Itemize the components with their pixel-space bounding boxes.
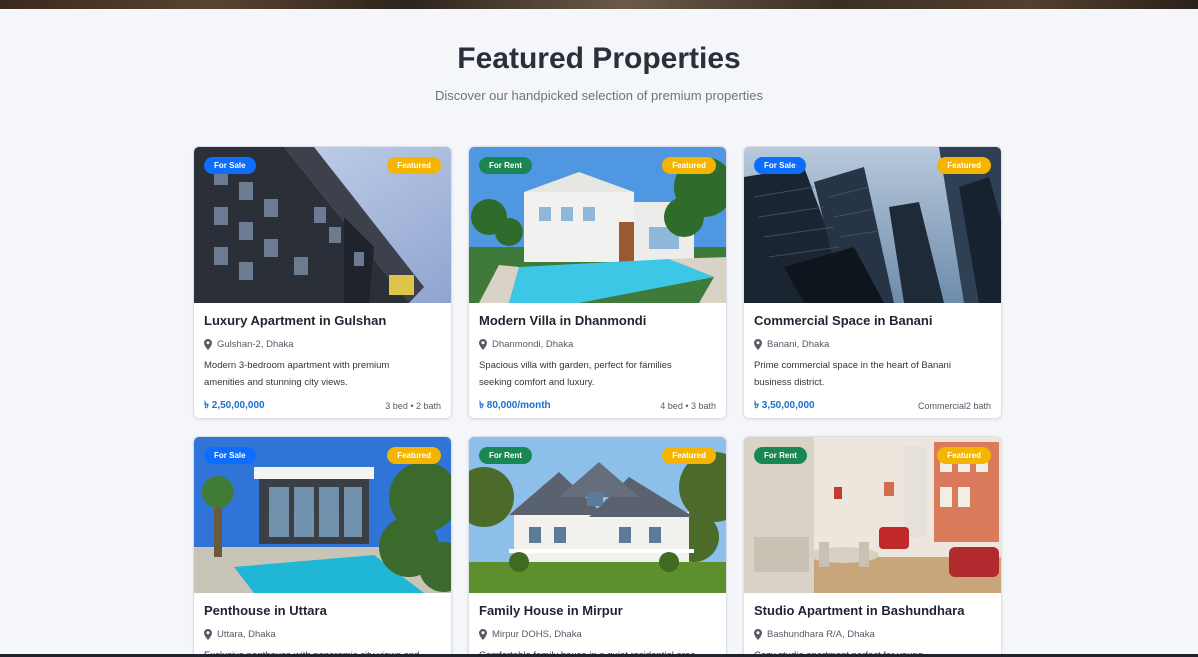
property-price: ৳ 80,000/month [479,399,551,411]
property-title[interactable]: Family House in Mirpur [479,603,716,621]
property-card[interactable]: For Rent Featured Family House in Mirpur… [468,436,727,657]
location-text: Dhanmondi, Dhaka [492,338,574,350]
status-badge-for-sale: For Sale [754,157,806,174]
property-price: ৳ 3,50,00,000 [754,399,815,411]
property-image-skyscrapers[interactable]: For Sale Featured [744,147,1001,303]
property-title[interactable]: Studio Apartment in Bashundhara [754,603,991,621]
property-location: Gulshan-2, Dhaka [204,337,441,351]
property-title[interactable]: Commercial Space in Banani [754,313,991,331]
map-pin-icon [754,628,762,640]
property-price: ৳ 2,50,00,000 [204,399,265,411]
property-title[interactable]: Modern Villa in Dhanmondi [479,313,716,331]
map-pin-icon [204,628,212,640]
map-pin-icon [754,338,762,350]
property-description: Modern 3-bedroom apartment with premium … [204,357,441,391]
map-pin-icon [204,338,212,350]
property-title[interactable]: Luxury Apartment in Gulshan [204,313,441,331]
property-specs: 3 bed • 2 bath [385,401,441,411]
status-badge-for-rent: For Rent [479,447,532,464]
property-card[interactable]: For Sale Featured Commercial Space in Ba… [743,146,1002,419]
property-image-penthouse-pool[interactable]: For Sale Featured [194,437,451,593]
map-pin-icon [479,338,487,350]
section-subtitle: Discover our handpicked selection of pre… [434,88,764,103]
featured-badge: Featured [387,157,441,174]
property-card[interactable]: For Sale Featured Luxury Apartment in Gu… [193,146,452,419]
status-badge-for-sale: For Sale [204,447,256,464]
property-image-villa-with-pool[interactable]: For Rent Featured [469,147,726,303]
property-image-family-house[interactable]: For Rent Featured [469,437,726,593]
description-line: Modern 3-bedroom apartment with premium [204,360,390,371]
location-text: Mirpur DOHS, Dhaka [492,628,582,640]
featured-badge: Featured [387,447,441,464]
property-card[interactable]: For Sale Featured Penthouse in Uttara Ut… [193,436,452,657]
property-description: Spacious villa with garden, perfect for … [479,357,716,391]
map-pin-icon [479,628,487,640]
property-location: Mirpur DOHS, Dhaka [479,627,716,641]
featured-badge: Featured [662,157,716,174]
featured-badge: Featured [662,447,716,464]
description-line: seeking comfort and luxury. [479,377,595,388]
property-location: Bashundhara R/A, Dhaka [754,627,991,641]
property-location: Banani, Dhaka [754,337,991,351]
status-badge-for-rent: For Rent [479,157,532,174]
property-card[interactable]: For Rent Featured Modern Villa in Dhanmo… [468,146,727,419]
featured-badge: Featured [937,447,991,464]
property-location: Uttara, Dhaka [204,627,441,641]
property-card[interactable]: For Rent Featured Studio Apartment in Ba… [743,436,1002,657]
status-badge-for-rent: For Rent [754,447,807,464]
property-specs: Commercial2 bath [917,401,991,411]
description-line: Prime commercial space in the heart of B… [754,360,951,371]
location-text: Uttara, Dhaka [217,628,276,640]
property-description: Prime commercial space in the heart of B… [754,357,991,391]
property-title[interactable]: Penthouse in Uttara [204,603,441,621]
description-line: Spacious villa with garden, perfect for … [479,360,672,371]
description-line: amenities and stunning city views. [204,377,348,388]
property-location: Dhanmondi, Dhaka [479,337,716,351]
property-image-apartment-building[interactable]: For Sale Featured [194,147,451,303]
property-specs: 4 bed • 3 bath [660,401,716,411]
property-image-studio-interior[interactable]: For Rent Featured [744,437,1001,593]
location-text: Banani, Dhaka [767,338,830,350]
status-badge-for-sale: For Sale [204,157,256,174]
location-text: Gulshan-2, Dhaka [217,338,294,350]
location-text: Bashundhara R/A, Dhaka [767,628,875,640]
featured-badge: Featured [937,157,991,174]
hero-image-bottom-edge [0,0,1198,9]
description-line: business district. [754,377,825,388]
section-title: Featured Properties [457,42,741,75]
